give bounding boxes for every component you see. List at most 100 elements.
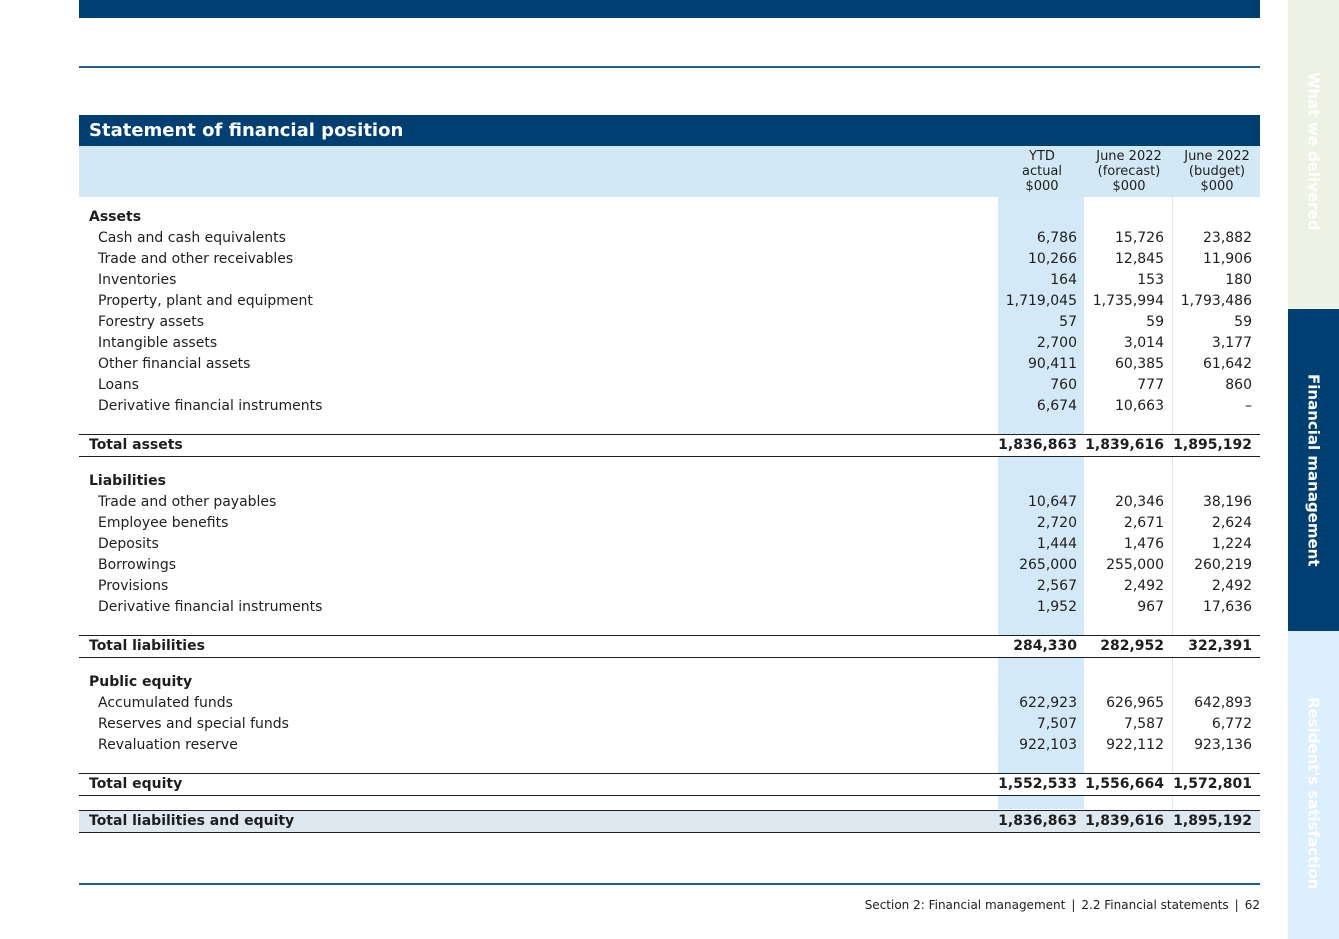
- row-value: 1,895,192: [1173, 813, 1252, 829]
- side-tab-label: Resident's satisfaction: [1304, 697, 1323, 890]
- footer-separator: |: [1071, 898, 1076, 912]
- side-tab-financial-management[interactable]: Financial management: [1288, 309, 1339, 631]
- row-label: Cash and cash equivalents: [98, 230, 286, 246]
- row-value: 322,391: [1188, 638, 1252, 654]
- row-value: 6,786: [1036, 230, 1077, 246]
- row-value: 17,636: [1203, 599, 1252, 615]
- header-line: YTD: [1029, 149, 1055, 164]
- table-body: Assets Cash and cash equivalents 6,786 15,7…: [79, 197, 1260, 833]
- row-value: 164: [1050, 272, 1077, 288]
- row-value: 1,552,533: [998, 776, 1077, 792]
- row-label: Revaluation reserve: [98, 737, 238, 753]
- row-value: 180: [1225, 272, 1252, 288]
- row-label: Employee benefits: [98, 515, 229, 531]
- row-value: 255,000: [1106, 557, 1164, 573]
- header-line: June 2022: [1184, 149, 1250, 164]
- row-value: 1,836,863: [998, 813, 1077, 829]
- table-row: Intangible assets 2,700 3,014 3,177: [79, 333, 1260, 354]
- row-label: Total assets: [89, 437, 183, 453]
- table-row: Inventories 164 153 180: [79, 270, 1260, 291]
- row-value: 59: [1146, 314, 1164, 330]
- column-header-budget: June 2022 (budget) $000: [1173, 149, 1261, 194]
- row-value: 284,330: [1013, 638, 1077, 654]
- total-row: Total equity 1,552,533 1,556,664 1,572,801: [79, 773, 1260, 796]
- page-footer: Section 2: Financial management | 2.2 Fina…: [865, 898, 1260, 912]
- table-row: Borrowings 265,000 255,000 260,219: [79, 555, 1260, 576]
- row-value: 59: [1234, 314, 1252, 330]
- table-title: Statement of financial position: [79, 115, 1260, 146]
- row-value: 922,103: [1019, 737, 1077, 753]
- side-tab-label: Financial management: [1304, 373, 1323, 567]
- row-value: 153: [1137, 272, 1164, 288]
- row-label: Trade and other receivables: [98, 251, 294, 267]
- table-row: Property, plant and equipment 1,719,045 1,…: [79, 291, 1260, 312]
- row-label: Total equity: [89, 776, 183, 792]
- financial-position-table: Statement of financial position YTD actu…: [79, 115, 1260, 833]
- table-row: Deposits 1,444 1,476 1,224: [79, 534, 1260, 555]
- table-row: Revaluation reserve 922,103 922,112 923,136: [79, 735, 1260, 756]
- row-value: 860: [1225, 377, 1252, 393]
- row-label: Total liabilities: [89, 638, 205, 654]
- row-label: Borrowings: [98, 557, 177, 573]
- row-value: 1,793,486: [1180, 293, 1252, 309]
- header-line: $000: [1025, 179, 1059, 194]
- row-value: 1,556,664: [1085, 776, 1164, 792]
- grand-total-row: Total liabilities and equity 1,836,863 1,8…: [79, 810, 1260, 833]
- footer-separator: |: [1234, 898, 1239, 912]
- row-value: 1,895,192: [1173, 437, 1252, 453]
- top-rule: [79, 66, 1260, 68]
- row-label: Other financial assets: [98, 356, 251, 372]
- header-line: $000: [1112, 179, 1146, 194]
- row-value: 265,000: [1019, 557, 1077, 573]
- row-value: 10,663: [1115, 398, 1164, 414]
- section-heading-label: Public equity: [89, 674, 193, 690]
- row-value: 61,642: [1203, 356, 1252, 372]
- row-value: 622,923: [1019, 695, 1077, 711]
- row-value: 1,224: [1211, 536, 1252, 552]
- row-label: Provisions: [98, 578, 169, 594]
- row-value: 10,647: [1028, 494, 1077, 510]
- row-value: 2,671: [1123, 515, 1164, 531]
- row-value: 922,112: [1106, 737, 1164, 753]
- column-header-row: YTD actual $000 June 2022 (forecast) $00…: [79, 146, 1260, 197]
- table-row: Provisions 2,567 2,492 2,492: [79, 576, 1260, 597]
- total-row: Total liabilities 284,330 282,952 322,391: [79, 635, 1260, 658]
- row-label: Inventories: [98, 272, 177, 288]
- side-tab-residents-satisfaction[interactable]: Resident's satisfaction: [1288, 631, 1339, 939]
- table-row: Employee benefits 2,720 2,671 2,624: [79, 513, 1260, 534]
- table-row: Other financial assets 90,411 60,385 61,642: [79, 354, 1260, 375]
- row-value: 1,444: [1036, 536, 1077, 552]
- side-tab-label: What we delivered: [1304, 72, 1323, 231]
- row-value: 1,836,863: [998, 437, 1077, 453]
- row-value: 1,572,801: [1173, 776, 1252, 792]
- row-value: 777: [1137, 377, 1164, 393]
- header-line: (forecast): [1097, 164, 1161, 179]
- section-heading: Public equity: [79, 672, 1260, 693]
- column-header-ytd-actual: YTD actual $000: [998, 149, 1086, 194]
- row-value: –: [1245, 398, 1252, 414]
- row-value: 1,839,616: [1085, 813, 1164, 829]
- total-row: Total assets 1,836,863 1,839,616 1,895,192: [79, 434, 1260, 457]
- row-value: 2,624: [1211, 515, 1252, 531]
- table-row: Trade and other receivables 10,266 12,845 1…: [79, 249, 1260, 270]
- section-heading-label: Liabilities: [89, 473, 166, 489]
- table-row: Cash and cash equivalents 6,786 15,726 23,8…: [79, 228, 1260, 249]
- row-value: 11,906: [1203, 251, 1252, 267]
- row-value: 923,136: [1194, 737, 1252, 753]
- row-label: Deposits: [98, 536, 159, 552]
- footer-subsection: 2.2 Financial statements: [1081, 898, 1229, 912]
- row-value: 1,719,045: [1005, 293, 1077, 309]
- row-value: 3,014: [1123, 335, 1164, 351]
- header-line: $000: [1200, 179, 1234, 194]
- header-line: June 2022: [1096, 149, 1162, 164]
- column-header-forecast: June 2022 (forecast) $000: [1085, 149, 1173, 194]
- row-label: Loans: [98, 377, 139, 393]
- header-line: (budget): [1188, 164, 1246, 179]
- side-tab-what-we-delivered[interactable]: What we delivered: [1288, 0, 1339, 309]
- row-label: Trade and other payables: [98, 494, 277, 510]
- section-heading: Assets: [79, 207, 1260, 228]
- table-row: Derivative financial instruments 6,674 10,…: [79, 396, 1260, 417]
- row-value: 6,674: [1036, 398, 1077, 414]
- row-value: 90,411: [1028, 356, 1077, 372]
- row-label: Reserves and special funds: [98, 716, 289, 732]
